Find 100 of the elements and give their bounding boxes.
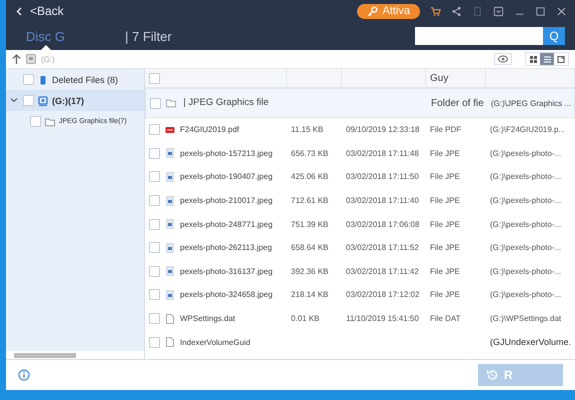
back-button[interactable]: <Back (16, 4, 64, 18)
file-type: File JPE (430, 243, 460, 252)
list-icon (542, 54, 552, 64)
drive-icon (38, 96, 48, 106)
folder-icon (45, 116, 55, 126)
checkbox[interactable] (149, 148, 160, 159)
modified-date: 03/02/2018 17:11:52 (346, 243, 419, 252)
file-name: F24GIU2019.pdf (180, 125, 240, 134)
checkbox[interactable] (23, 95, 34, 106)
checkbox[interactable] (149, 266, 160, 277)
file-size: 712.61 KB (291, 196, 328, 206)
file-name: pexels-photo-324658.jpeg (180, 290, 273, 300)
modified-date: 03/02/2018 17:12:02 (346, 290, 420, 300)
file-type: File JPE (430, 196, 460, 206)
maximize-icon[interactable] (535, 6, 546, 16)
history-icon (486, 369, 498, 381)
file-path: (G:)\WPSettings.dat (490, 314, 562, 324)
modified-date: 03/02/2018 17:06:08 (346, 220, 420, 229)
pdf-icon (165, 124, 175, 135)
up-arrow-icon[interactable] (12, 54, 21, 64)
modified-date: 03/02/2018 17:11:40 (346, 196, 419, 206)
close-icon[interactable] (556, 6, 567, 16)
file-size: 751.39 KB (291, 220, 328, 229)
checkbox[interactable] (149, 313, 160, 324)
chevron-icon (16, 6, 22, 16)
file-path: (G:)\pexels-photo-... (490, 172, 562, 182)
preview-button[interactable] (494, 53, 512, 65)
horizontal-scrollbar[interactable] (6, 351, 144, 359)
file-path: (G:)\F24GIU2019.p... (490, 125, 566, 134)
checkbox[interactable] (30, 116, 41, 127)
share-icon[interactable] (451, 6, 462, 16)
file-name: WPSettings.dat (180, 314, 236, 324)
file-size: 658.64 KB (291, 243, 328, 252)
image-icon (165, 266, 175, 276)
checkbox[interactable] (149, 171, 160, 182)
checkbox[interactable] (150, 98, 161, 108)
eye-icon (498, 55, 508, 63)
trash-icon (38, 74, 48, 84)
file-size: 656.73 KB (291, 148, 328, 158)
checkbox[interactable] (149, 289, 160, 300)
image-icon (165, 219, 175, 230)
file-type: Folder of fie (431, 98, 484, 108)
file-size: 11.15 KB (291, 125, 324, 134)
image-icon (165, 242, 175, 253)
checkbox[interactable] (149, 124, 160, 136)
file-size: 218.14 KB (291, 290, 328, 300)
file-type: File JPE (430, 148, 460, 158)
image-icon (165, 196, 175, 206)
file-size: 392.36 KB (291, 266, 328, 276)
file-path: (G:)\pexels-photo-... (490, 148, 562, 158)
info-icon[interactable] (18, 369, 30, 381)
modified-date: 03/02/2018 17:11:48 (346, 148, 419, 158)
file-size: 0.01 KB (291, 314, 320, 324)
checkbox[interactable] (149, 72, 160, 84)
image-icon (165, 290, 175, 300)
panel-icon (556, 54, 566, 64)
checkbox[interactable] (149, 218, 160, 230)
page-icon[interactable] (472, 6, 483, 16)
file-size: 425.06 KB (291, 172, 328, 182)
tree-item[interactable]: Deleted Files (8) (6, 69, 144, 90)
file-type: File PDF (430, 125, 462, 134)
file-icon (165, 314, 175, 324)
file-path: (GJUndexerVolume. (490, 337, 572, 348)
file-icon (165, 337, 175, 348)
list-view-button[interactable] (540, 53, 554, 65)
tab[interactable]: | 7 Filter (115, 22, 182, 50)
checkbox[interactable] (149, 336, 160, 348)
tree-item[interactable]: (G:)(17) (6, 90, 144, 111)
image-icon (165, 172, 175, 182)
file-name: pexels-photo-210017.jpeg (180, 196, 273, 206)
grid-icon (528, 54, 538, 64)
file-path: (G:)\pexels-photo-... (490, 243, 562, 252)
file-name: pexels-photo-262113.jpeg (180, 243, 272, 252)
image-icon (165, 148, 175, 158)
file-type: File JPE (430, 220, 460, 229)
checkbox[interactable] (149, 195, 160, 206)
folder-icon (166, 98, 176, 108)
cart-icon[interactable] (430, 6, 441, 16)
file-name: pexels-photo-157213.jpeg (180, 148, 273, 158)
file-path: (G:)\pexels-photo-... (490, 290, 562, 300)
modified-date: 09/10/2019 12:33:18 (346, 125, 420, 134)
file-name: IndexerVolumeGuid (180, 338, 250, 347)
file-type: File JPE (430, 266, 460, 276)
drive-icon (26, 54, 36, 64)
column-header[interactable]: Guy (430, 72, 448, 84)
file-name: | JPEG Graphics file (182, 97, 270, 109)
file-path: (G:)\pexels-photo-... (490, 220, 562, 229)
file-path: (G:)\JPEG Graphics ... (491, 98, 572, 108)
file-name: pexels-photo-316137.jpeg (180, 266, 273, 276)
modified-date: 11/10/2019 15:41:50 (346, 314, 419, 324)
file-type: File DAT (430, 314, 461, 324)
file-path: (G:)\pexels-photo-... (490, 196, 562, 206)
file-type: File JPE (430, 172, 460, 182)
dropdown-icon[interactable] (493, 6, 504, 16)
checkbox[interactable] (149, 242, 160, 254)
file-name: pexels-photo-248771.jpeg (180, 220, 273, 229)
checkbox[interactable] (23, 74, 34, 85)
file-path: (G:)\pexels-photo-... (490, 266, 562, 276)
modified-date: 03/02/2018 17:11:50 (346, 172, 419, 182)
key-icon (367, 6, 378, 16)
